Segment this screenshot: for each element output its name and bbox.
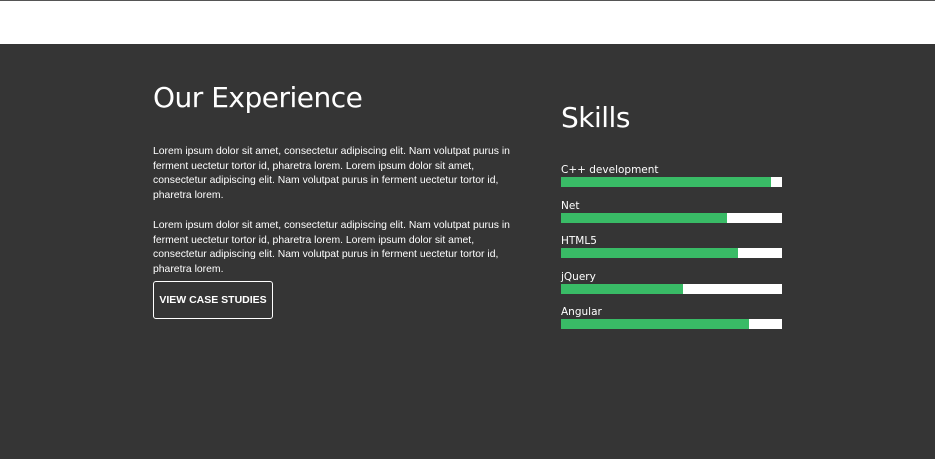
skill-progress-bar — [561, 212, 782, 223]
experience-paragraph-2: Lorem ipsum dolor sit amet, consectetur … — [153, 220, 510, 275]
experience-paragraph-1: Lorem ipsum dolor sit amet, consectetur … — [153, 146, 510, 201]
skill-label: jQuery — [561, 270, 596, 283]
skill-progress-bar — [561, 177, 782, 187]
skill-progress-fill — [561, 319, 749, 329]
view-case-studies-button[interactable]: VIEW CASE STUDIES — [153, 281, 273, 319]
skill-item-angular: Angular — [561, 305, 782, 341]
skill-item-cpp: C++ development — [561, 163, 782, 199]
skill-label: Angular — [561, 306, 602, 318]
skill-label: HTML5 — [561, 235, 597, 247]
skill-progress-fill — [561, 248, 738, 258]
skill-item-html5: HTML5 — [561, 234, 782, 270]
footer-strip — [0, 459, 935, 475]
skill-progress-fill — [561, 212, 727, 223]
skill-progress-fill — [561, 177, 771, 187]
skill-item-jquery: jQuery — [561, 270, 782, 306]
top-header-bar — [0, 0, 935, 44]
skill-progress-bar — [561, 319, 782, 329]
experience-title: Our Experience — [153, 81, 363, 114]
skill-label: Net — [561, 199, 580, 212]
skills-list: C++ development Net HTML5 jQuery Angular — [561, 163, 782, 341]
skill-progress-bar — [561, 248, 782, 258]
skills-title: Skills — [561, 101, 630, 134]
skill-item-net: Net — [561, 199, 782, 235]
skill-progress-bar — [561, 283, 782, 294]
skill-progress-fill — [561, 283, 683, 294]
skill-label: C++ development — [561, 164, 659, 176]
